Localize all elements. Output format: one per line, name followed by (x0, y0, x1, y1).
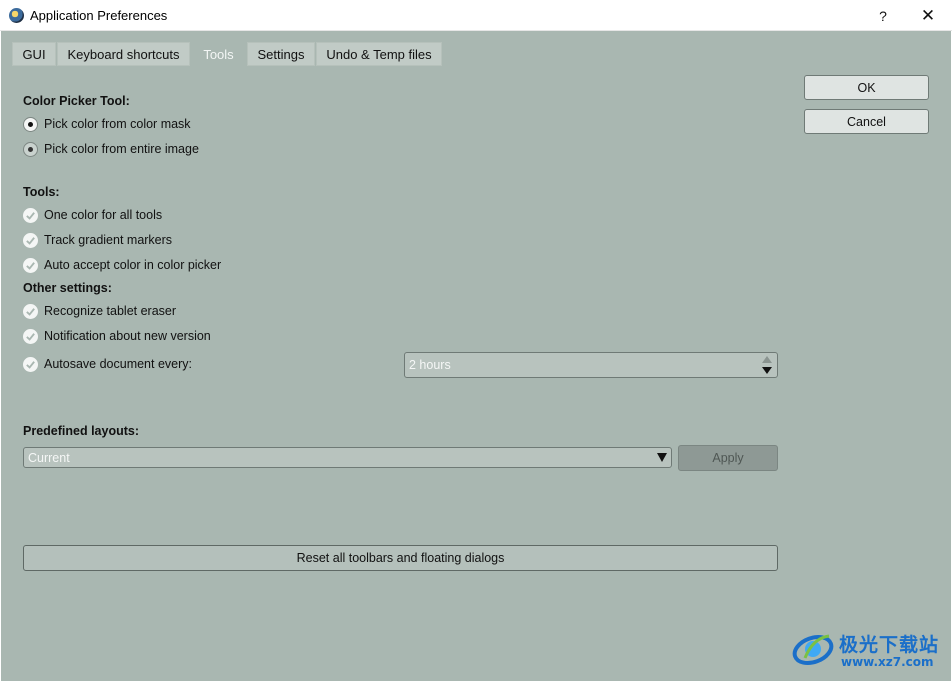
spin-up-icon[interactable] (762, 356, 772, 363)
checkbox-tablet-eraser[interactable]: Recognize tablet eraser (23, 301, 176, 321)
watermark-url: www.xz7.com (841, 655, 934, 669)
radio-pick-from-mask[interactable]: Pick color from color mask (23, 114, 191, 134)
checkbox-label: Track gradient markers (44, 233, 173, 247)
close-button[interactable]: ✕ (905, 0, 951, 31)
autosave-interval-spinbox[interactable]: 2 hours (404, 352, 778, 378)
check-icon (23, 207, 38, 223)
apply-button[interactable]: Apply (678, 445, 778, 471)
checkbox-new-version-notification[interactable]: Notification about new version (23, 326, 211, 346)
checkbox-one-color[interactable]: One color for all tools (23, 205, 162, 225)
spinbox-arrows (759, 354, 775, 376)
ok-button[interactable]: OK (804, 75, 929, 100)
preferences-panel: GUI Keyboard shortcuts Tools Settings Un… (1, 31, 951, 681)
autosave-interval-value: 2 hours (409, 358, 451, 372)
spin-down-icon[interactable] (762, 367, 772, 374)
checkbox-label: Recognize tablet eraser (44, 304, 177, 318)
chevron-down-icon (657, 453, 667, 462)
window-title: Application Preferences (30, 8, 168, 23)
reset-toolbars-button[interactable]: Reset all toolbars and floating dialogs (23, 545, 778, 571)
checkbox-autosave[interactable]: Autosave document every: (23, 354, 192, 374)
color-picker-heading: Color Picker Tool: (23, 94, 130, 108)
radio-label: Pick color from color mask (44, 117, 191, 131)
checkbox-auto-accept-color[interactable]: Auto accept color in color picker (23, 255, 221, 275)
help-button[interactable]: ? (860, 0, 906, 31)
radio-label: Pick color from entire image (44, 142, 199, 156)
tools-heading: Tools: (23, 185, 60, 199)
checkbox-label: Auto accept color in color picker (44, 258, 222, 272)
layouts-select[interactable]: Current (23, 447, 672, 468)
checkbox-label: One color for all tools (44, 208, 163, 222)
radio-checked-icon (23, 116, 38, 132)
check-icon (23, 257, 38, 273)
checkbox-label: Autosave document every: (44, 357, 192, 371)
radio-pick-from-image[interactable]: Pick color from entire image (23, 139, 199, 159)
tab-undo-temp-files[interactable]: Undo & Temp files (316, 42, 442, 66)
check-icon (23, 303, 38, 319)
tab-settings[interactable]: Settings (247, 42, 315, 66)
cancel-button[interactable]: Cancel (804, 109, 929, 134)
other-settings-heading: Other settings: (23, 281, 112, 295)
layouts-selected-value: Current (28, 451, 70, 465)
tab-keyboard-shortcuts[interactable]: Keyboard shortcuts (57, 42, 190, 66)
predefined-layouts-heading: Predefined layouts: (23, 424, 139, 438)
checkbox-track-gradient[interactable]: Track gradient markers (23, 230, 172, 250)
watermark-brand: 极光下载站 (839, 634, 940, 656)
app-logo-icon (9, 8, 24, 23)
check-icon (23, 328, 38, 344)
tab-tools[interactable]: Tools (191, 42, 246, 66)
check-icon (23, 232, 38, 248)
title-bar: Application Preferences ? ✕ (0, 0, 952, 31)
check-icon (23, 356, 38, 372)
watermark: 极光下载站 www.xz7.com (791, 626, 946, 676)
tab-gui[interactable]: GUI (12, 42, 56, 66)
radio-icon (23, 141, 38, 157)
watermark-logo-icon (792, 634, 834, 666)
checkbox-label: Notification about new version (44, 329, 211, 343)
